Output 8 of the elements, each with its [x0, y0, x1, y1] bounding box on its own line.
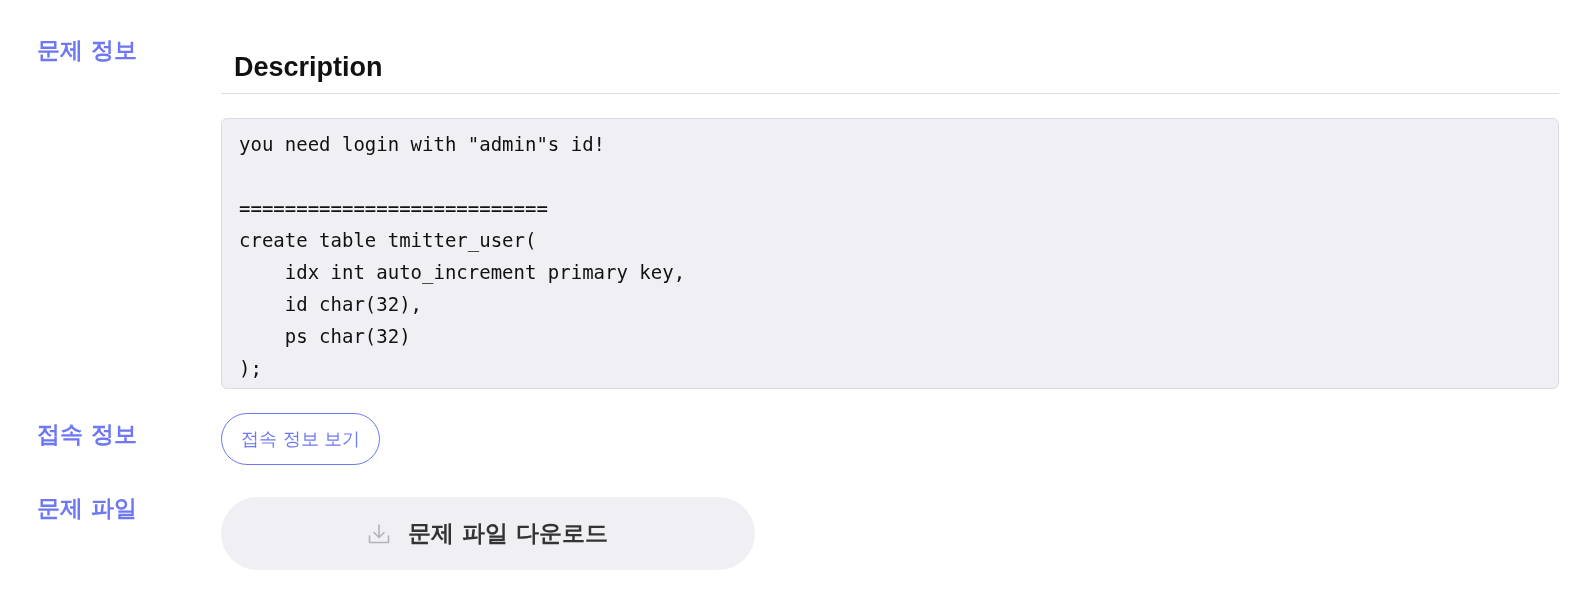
code-block: you need login with "admin"s id! =========================== create table tmitter_user( idx int auto_increment primary key, id char(32), ps char(32) );	[221, 118, 1559, 389]
section-label: 접속 정보	[37, 420, 137, 449]
section-label: 문제 정보	[37, 36, 137, 65]
download-button[interactable]: 문제 파일 다운로드	[221, 497, 755, 570]
access-info-button[interactable]: 접속 정보 보기	[221, 413, 381, 465]
download-icon	[368, 523, 390, 544]
section-label: 문제 파일	[37, 494, 137, 523]
description-heading: Description	[221, 47, 1559, 94]
